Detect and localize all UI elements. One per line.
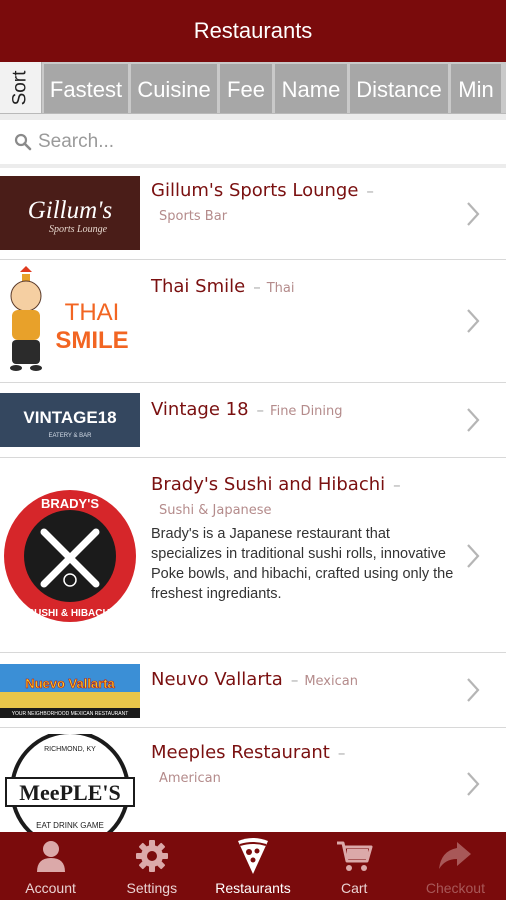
restaurant-category: Mexican: [304, 674, 358, 689]
svg-text:EAT DRINK GAME: EAT DRINK GAME: [36, 821, 104, 830]
svg-text:Gillum's: Gillum's: [28, 197, 113, 224]
sort-label: Sort: [0, 62, 42, 113]
svg-text:Sports Lounge: Sports Lounge: [49, 224, 108, 235]
svg-text:BRADY'S: BRADY'S: [41, 496, 99, 511]
restaurant-info: Thai Smile – Thai: [151, 276, 295, 297]
restaurant-row-neuvo-vallarta[interactable]: Nuevo Vallarta YOUR NEIGHBORHOOD MEXICAN…: [0, 653, 506, 728]
svg-text:MeePLE'S: MeePLE'S: [19, 780, 120, 805]
restaurant-description: Brady's is a Japanese restaurant that sp…: [151, 526, 454, 602]
bottom-tab-bar: Account Settings Restaurants Cart Checko…: [0, 832, 506, 900]
sort-bar: Sort Fastest Cuisine Fee Name Distance M…: [0, 62, 506, 114]
svg-text:VINTAGE18: VINTAGE18: [23, 408, 116, 427]
restaurant-row-gillums[interactable]: Gillum's Sports Lounge Gillum's Sports L…: [0, 168, 506, 260]
restaurant-category: Thai: [266, 281, 295, 296]
sort-option-fastest[interactable]: Fastest: [44, 64, 128, 113]
restaurant-row-thai-smile[interactable]: THAI SMILE Thai Smile – Thai: [0, 260, 506, 383]
search-icon: [14, 133, 32, 151]
svg-text:EATERY & BAR: EATERY & BAR: [48, 433, 92, 439]
page-title: Restaurants: [193, 18, 313, 43]
tab-label: Settings: [126, 880, 178, 896]
restaurant-name: Brady's Sushi and Hibachi: [151, 474, 386, 495]
chevron-right-icon: [467, 309, 480, 333]
restaurant-info: Vintage 18– Fine Dining: [151, 399, 343, 420]
share-arrow-icon: [439, 842, 472, 869]
restaurant-info: Meeples Restaurant – American: [151, 742, 456, 786]
restaurant-name: Gillum's Sports Lounge: [151, 180, 359, 201]
restaurant-category: Fine Dining: [270, 404, 343, 419]
gear-icon: [135, 840, 168, 872]
svg-text:SUSHI & HIBACHI: SUSHI & HIBACHI: [27, 608, 112, 619]
tab-label: Account: [25, 880, 76, 896]
svg-text:YOUR NEIGHBORHOOD MEXICAN REST: YOUR NEIGHBORHOOD MEXICAN RESTAURANT: [12, 711, 129, 717]
sort-option-distance[interactable]: Distance: [350, 64, 448, 113]
restaurant-category: Sports Bar: [159, 209, 228, 224]
tab-restaurants[interactable]: Restaurants: [202, 832, 303, 900]
chevron-right-icon: [467, 202, 480, 226]
restaurant-info: Brady's Sushi and Hibachi – Sushi & Japan…: [151, 474, 456, 604]
restaurant-name: Thai Smile: [151, 276, 246, 297]
chevron-right-icon: [467, 408, 480, 432]
chevron-right-icon: [467, 678, 480, 702]
restaurant-name: Vintage 18: [151, 399, 249, 420]
sort-option-name[interactable]: Name: [275, 64, 347, 113]
sort-option-cuisine[interactable]: Cuisine: [131, 64, 217, 113]
search-input[interactable]: [38, 131, 458, 153]
restaurant-info: Neuvo Vallarta – Mexican: [151, 669, 358, 690]
restaurant-row-bradys[interactable]: BRADY'S SUSHI & HIBACHI Brady's Sushi an…: [0, 458, 506, 653]
restaurant-name: Meeples Restaurant: [151, 742, 330, 763]
tab-settings[interactable]: Settings: [101, 832, 202, 900]
restaurant-logo-meeples: RICHMOND, KY MeePLE'S EAT DRINK GAME: [0, 730, 140, 850]
search-bar: [0, 114, 506, 168]
restaurant-category: American: [159, 771, 221, 786]
restaurant-list: Gillum's Sports Lounge Gillum's Sports L…: [0, 168, 506, 850]
restaurant-info: Gillum's Sports Lounge – Sports Bar: [151, 180, 456, 224]
svg-text:SMILE: SMILE: [55, 327, 128, 354]
tab-label: Checkout: [425, 880, 485, 896]
person-icon: [36, 841, 65, 872]
restaurant-logo-thai-smile: THAI SMILE: [0, 264, 140, 378]
restaurant-logo-vintage-18: VINTAGE18 EATERY & BAR: [0, 393, 140, 447]
sort-option-min[interactable]: Min: [451, 64, 501, 113]
pizza-icon: [238, 838, 268, 874]
search-box: [0, 120, 506, 164]
sort-option-fee[interactable]: Fee: [220, 64, 272, 113]
restaurant-row-vintage-18[interactable]: VINTAGE18 EATERY & BAR Vintage 18– Fine D…: [0, 383, 506, 458]
restaurant-row-meeples[interactable]: RICHMOND, KY MeePLE'S EAT DRINK GAME Mee…: [0, 728, 506, 850]
tab-label: Restaurants: [215, 880, 291, 896]
title-bar: Restaurants: [0, 0, 506, 62]
chevron-right-icon: [467, 544, 480, 568]
restaurant-name: Neuvo Vallarta: [151, 669, 283, 690]
cart-icon: [337, 841, 373, 871]
tab-checkout[interactable]: Checkout: [405, 832, 506, 900]
svg-text:THAI: THAI: [65, 299, 120, 326]
svg-text:Nuevo Vallarta: Nuevo Vallarta: [25, 676, 115, 691]
chevron-right-icon: [467, 772, 480, 796]
tab-account[interactable]: Account: [0, 832, 101, 900]
svg-text:RICHMOND, KY: RICHMOND, KY: [44, 746, 96, 753]
tab-label: Cart: [340, 880, 368, 896]
tab-cart[interactable]: Cart: [304, 832, 405, 900]
restaurant-logo-neuvo-vallarta: Nuevo Vallarta YOUR NEIGHBORHOOD MEXICAN…: [0, 664, 140, 718]
restaurant-logo-gillums: Gillum's Sports Lounge: [0, 176, 140, 250]
restaurant-logo-bradys: BRADY'S SUSHI & HIBACHI: [0, 488, 140, 624]
restaurant-category: Sushi & Japanese: [159, 503, 272, 518]
